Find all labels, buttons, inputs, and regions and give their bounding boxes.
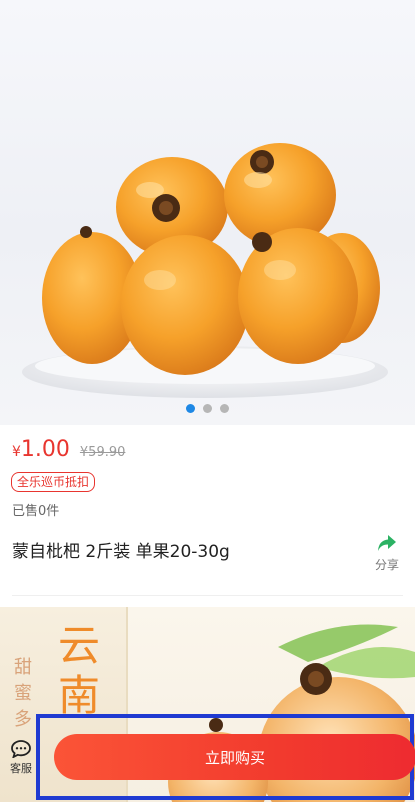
carousel-dot[interactable] <box>220 404 229 413</box>
detail-headline: 云南 <box>58 621 101 720</box>
customer-service-label: 客服 <box>10 762 32 775</box>
sold-count: 已售0件 <box>12 504 60 519</box>
product-title: 蒙自枇杷 2斤装 单果20-30g <box>12 542 230 562</box>
loquat-photo <box>22 143 388 398</box>
buy-now-button[interactable]: 立即购买 <box>54 734 415 780</box>
original-price: ¥59.90 <box>79 445 126 460</box>
carousel-dot[interactable] <box>203 404 212 413</box>
share-button[interactable]: 分享 <box>367 534 407 573</box>
customer-service-button[interactable]: 客服 <box>6 740 36 776</box>
share-arrow-icon <box>378 535 396 551</box>
coin-deduction-badge: 全乐巡币抵扣 <box>11 472 96 492</box>
product-detail-page: ¥1.00 ¥59.90 全乐巡币抵扣 已售0件 蒙自枇杷 2斤装 单果20-3… <box>0 0 415 802</box>
share-label: 分享 <box>374 558 399 572</box>
divider <box>12 595 403 596</box>
price-row: ¥1.00 ¥59.90 <box>12 437 125 462</box>
current-price: ¥1.00 <box>12 437 70 462</box>
product-image-carousel[interactable] <box>0 0 415 425</box>
carousel-indicator[interactable] <box>0 404 415 413</box>
chat-bubble-icon <box>11 740 31 758</box>
carousel-dot[interactable] <box>186 404 195 413</box>
